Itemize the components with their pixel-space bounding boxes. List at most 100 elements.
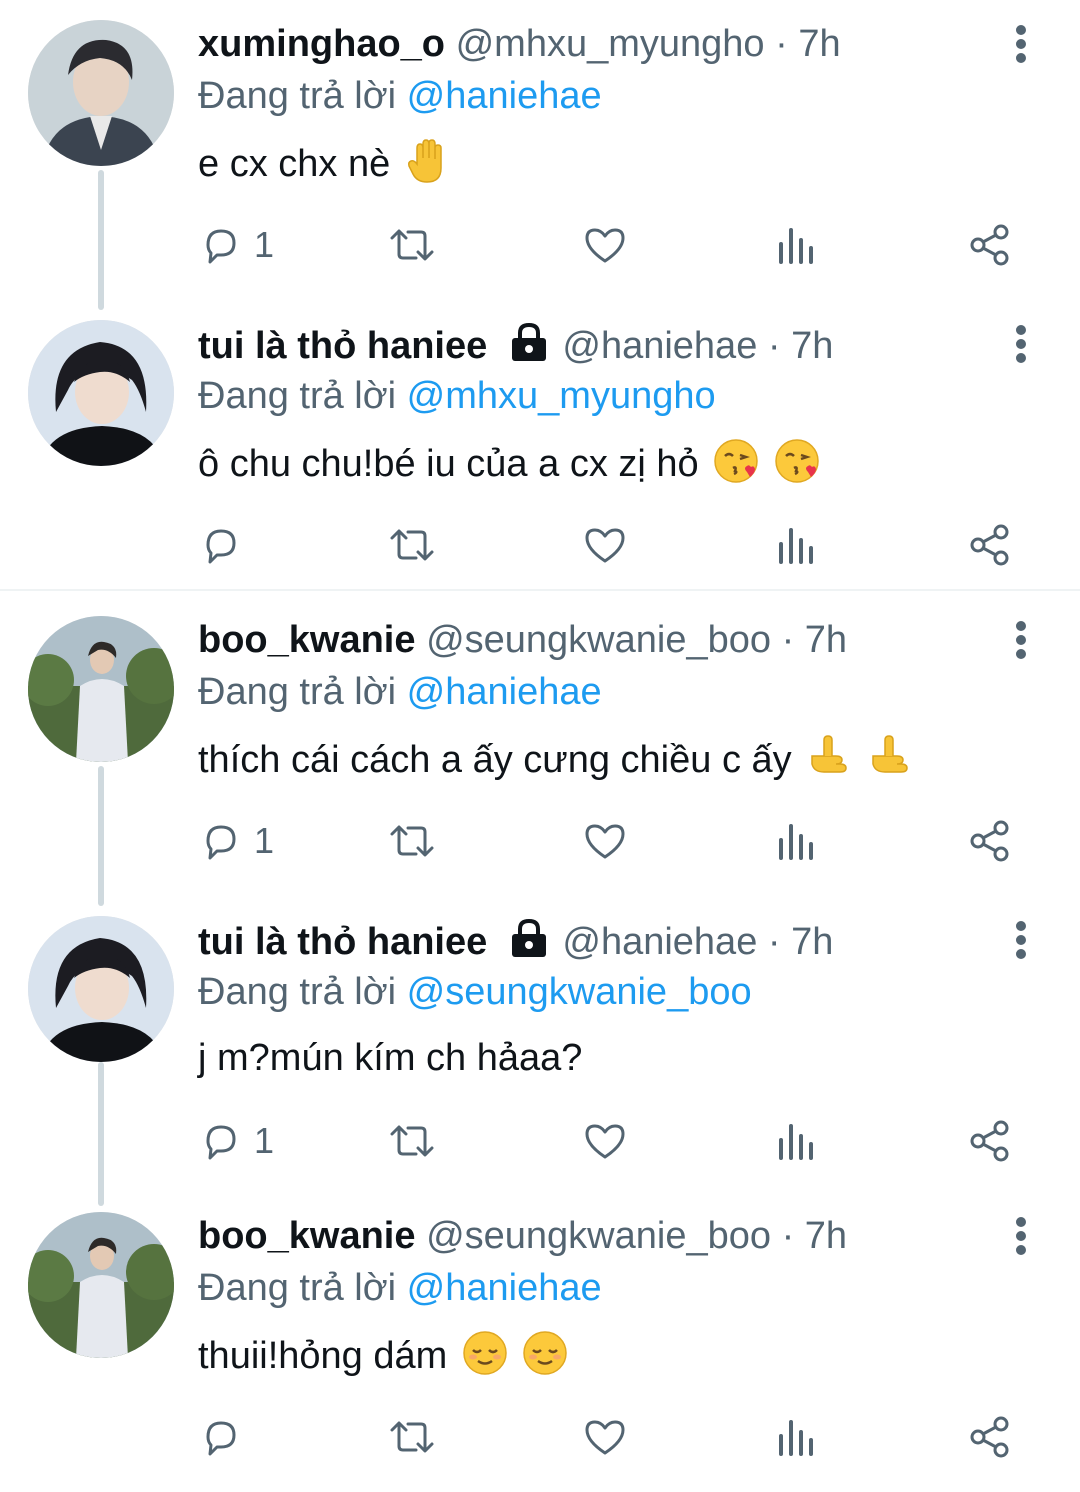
share-button[interactable] — [968, 1116, 1012, 1166]
tweet[interactable]: boo_kwanie @seungkwanie_boo · 7h Đang tr… — [0, 596, 1080, 896]
face-blowing-kiss-emoji — [714, 439, 758, 483]
heart-icon — [585, 824, 625, 859]
lock-icon — [511, 322, 546, 361]
tweet-text: thích cái cách a ấy cưng chiều c ấy — [198, 734, 913, 784]
user-handle[interactable]: @seungkwanie_boo — [426, 619, 771, 661]
views-button[interactable] — [776, 1116, 816, 1166]
tweet[interactable]: xuminghao_o @mhxu_myungho · 7h Đang trả … — [0, 0, 1080, 300]
share-button[interactable] — [968, 520, 1012, 570]
timestamp[interactable]: 7h — [798, 23, 840, 65]
user-handle[interactable]: @seungkwanie_boo — [426, 1215, 771, 1257]
share-button[interactable] — [968, 220, 1012, 270]
share-icon — [970, 224, 1009, 266]
tweet-text: j m?mún kím ch hảaa? — [198, 1034, 582, 1082]
retweet-icon — [390, 229, 434, 261]
replying-to-mention[interactable]: @haniehae — [407, 671, 602, 713]
separator-dot: · — [767, 921, 781, 963]
retweet-button[interactable] — [388, 1116, 436, 1166]
tweet-text: ô chu chu!bé iu của a cx zị hỏ — [198, 438, 820, 488]
relieved-face-emoji — [463, 1331, 507, 1375]
retweet-button[interactable] — [388, 1412, 436, 1462]
reply-button[interactable] — [200, 520, 254, 570]
reply-button[interactable]: 1 — [200, 816, 274, 866]
separator-dot: · — [775, 23, 788, 65]
timestamp[interactable]: 7h — [791, 921, 833, 963]
reply-icon — [206, 1421, 236, 1456]
tweet-text-content: thích cái cách a ấy cưng chiều c ấy — [198, 739, 792, 781]
display-name[interactable]: tui là thỏ haniee — [198, 921, 487, 963]
timestamp[interactable]: 7h — [805, 619, 847, 661]
separator-dot: · — [781, 1215, 795, 1257]
separator-dot: · — [781, 619, 795, 661]
views-button[interactable] — [776, 220, 816, 270]
tweet-actions: 1 — [198, 816, 1028, 866]
replying-to: Đang trả lời @haniehae — [198, 1266, 602, 1310]
replying-to-mention[interactable]: @mhxu_myungho — [407, 375, 716, 417]
tweet-header: tui là thỏ haniee @haniehae · 7h — [198, 918, 930, 964]
tweet-text-content: e cx chx nè — [198, 143, 391, 185]
like-button[interactable] — [584, 520, 626, 570]
user-handle[interactable]: @mhxu_myungho — [456, 23, 765, 65]
views-button[interactable] — [776, 1412, 816, 1462]
like-button[interactable] — [584, 1116, 626, 1166]
display-name[interactable]: boo_kwanie — [198, 619, 416, 661]
timestamp[interactable]: 7h — [791, 325, 833, 367]
analytics-icon — [779, 1124, 813, 1160]
retweet-button[interactable] — [388, 816, 436, 866]
share-icon — [970, 1416, 1009, 1458]
views-button[interactable] — [776, 520, 816, 570]
display-name[interactable]: tui là thỏ haniee — [198, 325, 487, 367]
display-name[interactable]: xuminghao_o — [198, 23, 445, 65]
replying-to-label: Đang trả lời — [198, 971, 397, 1013]
more-options-icon[interactable] — [1006, 618, 1036, 662]
tweet-text: e cx chx nè — [198, 138, 451, 188]
tweet[interactable]: boo_kwanie @seungkwanie_boo · 7h Đang tr… — [0, 1192, 1080, 1492]
reply-icon — [206, 529, 236, 564]
timestamp[interactable]: 7h — [805, 1215, 847, 1257]
tweet-header: xuminghao_o @mhxu_myungho · 7h — [198, 22, 930, 66]
avatar[interactable] — [28, 916, 174, 1062]
replying-to-mention[interactable]: @seungkwanie_boo — [407, 971, 752, 1013]
replying-to-label: Đang trả lời — [198, 375, 397, 417]
heart-icon — [585, 1420, 625, 1455]
reply-button[interactable]: 1 — [200, 1116, 274, 1166]
avatar[interactable] — [28, 616, 174, 762]
reply-count: 1 — [254, 224, 275, 265]
more-options-icon[interactable] — [1006, 918, 1036, 962]
retweet-button[interactable] — [388, 520, 436, 570]
views-button[interactable] — [776, 816, 816, 866]
user-handle[interactable]: @haniehae — [562, 325, 757, 367]
tweet-text: thuii!hỏng dám — [198, 1330, 568, 1380]
reply-count: 1 — [254, 1120, 275, 1161]
replying-to-mention[interactable]: @haniehae — [407, 1267, 602, 1309]
tweet[interactable]: tui là thỏ haniee @haniehae · 7h Đang tr… — [0, 896, 1080, 1196]
reply-button[interactable]: 1 — [200, 220, 274, 270]
pointing-finger-emoji — [872, 735, 908, 773]
avatar[interactable] — [28, 20, 174, 166]
like-button[interactable] — [584, 816, 626, 866]
like-button[interactable] — [584, 220, 626, 270]
replying-to-label: Đang trả lời — [198, 75, 397, 117]
tweet-header: tui là thỏ haniee @haniehae · 7h — [198, 322, 930, 368]
avatar[interactable] — [28, 320, 174, 466]
separator-dot: · — [767, 325, 781, 367]
share-button[interactable] — [968, 816, 1012, 866]
more-options-icon[interactable] — [1006, 322, 1036, 366]
reply-icon — [206, 825, 236, 860]
share-button[interactable] — [968, 1412, 1012, 1462]
like-button[interactable] — [584, 1412, 626, 1462]
reply-count: 1 — [254, 820, 275, 861]
avatar[interactable] — [28, 1212, 174, 1358]
analytics-icon — [779, 528, 813, 564]
retweet-button[interactable] — [388, 220, 436, 270]
display-name[interactable]: boo_kwanie — [198, 1215, 416, 1257]
more-options-icon[interactable] — [1006, 1214, 1036, 1258]
tweet[interactable]: tui là thỏ haniee @haniehae · 7h Đang tr… — [0, 300, 1080, 600]
replying-to-mention[interactable]: @haniehae — [407, 75, 602, 117]
heart-icon — [585, 528, 625, 563]
reply-button[interactable] — [200, 1412, 254, 1462]
reply-icon — [206, 1125, 236, 1160]
user-handle[interactable]: @haniehae — [562, 921, 757, 963]
more-options-icon[interactable] — [1006, 22, 1036, 66]
replying-to: Đang trả lời @haniehae — [198, 670, 602, 714]
